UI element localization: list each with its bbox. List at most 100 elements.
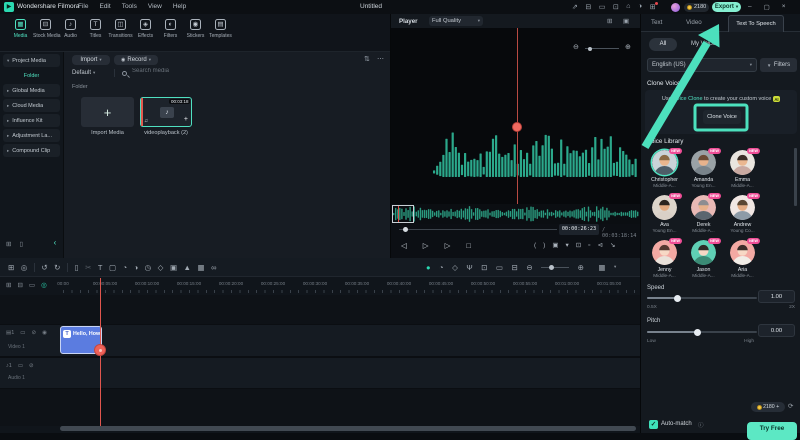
restore-button[interactable]: ▢ — [764, 3, 770, 11]
voiceover-record-icon[interactable]: ● — [426, 263, 431, 272]
device-icon[interactable]: ▭ — [496, 263, 503, 272]
stop-icon[interactable]: □ — [466, 241, 471, 250]
import-button[interactable]: Import ▾ — [72, 55, 110, 65]
eye-icon[interactable]: ◉ — [42, 330, 47, 336]
menu-help[interactable]: Help — [173, 3, 186, 10]
apps-icon[interactable]: ⊞ — [650, 1, 658, 11]
more-options-icon[interactable]: ⋯ — [377, 55, 384, 63]
filter-chip-all[interactable]: All — [649, 38, 677, 51]
delete-icon[interactable]: ▯ — [19, 240, 23, 248]
render-preview-icon[interactable]: ▦ — [197, 263, 204, 272]
screen-record-icon[interactable]: ⊡ — [481, 263, 487, 272]
tab-filters[interactable]: ◐ Filters — [158, 19, 183, 39]
link-icon[interactable]: ∞ — [211, 263, 216, 272]
home-icon[interactable]: ⌂ — [626, 3, 630, 11]
pitch-value[interactable]: 0.00 — [758, 324, 795, 337]
play-icon[interactable]: ▷ — [423, 241, 429, 250]
copy-icon[interactable]: ⊡ — [613, 3, 619, 11]
zoom-in-icon[interactable]: ⊕ — [625, 43, 631, 51]
tab-text[interactable]: Text — [651, 19, 662, 26]
search-input[interactable] — [132, 67, 252, 74]
speed-ramp-icon[interactable]: ◔ — [439, 263, 444, 272]
preview-viewport[interactable]: ⊖ ⊕ — [391, 28, 641, 210]
duration-icon[interactable]: ◷ — [145, 263, 152, 272]
export-button[interactable]: Export ▾ — [712, 2, 741, 12]
filters-button[interactable]: ▼ Filters — [760, 58, 797, 72]
snapshot-dropdown-icon[interactable]: ▾ — [566, 241, 569, 249]
refresh-icon[interactable]: ⟳ — [788, 402, 793, 410]
voice-ava[interactable]: NEW Ava Young En... — [645, 193, 684, 240]
voice-aria[interactable]: NEW Aria Middle-A... — [723, 238, 762, 285]
record-button[interactable]: ◉ Record ▾ — [114, 55, 158, 65]
add-to-timeline-icon[interactable]: + — [184, 116, 188, 123]
sidebar-item-project-media[interactable]: ▾ Project Media — [3, 54, 60, 67]
copy-attributes-icon[interactable]: ▣ — [170, 263, 177, 272]
folder-icon[interactable]: ▭ — [20, 330, 25, 336]
prev-frame-icon[interactable]: ◁ — [401, 241, 407, 250]
seek-slider[interactable] — [399, 229, 557, 230]
menu-view[interactable]: View — [148, 3, 162, 10]
marker-icon[interactable]: ◇ — [452, 263, 458, 272]
voice-jason[interactable]: NEW Jason Middle-A... — [684, 238, 723, 285]
timeline-scrollbar[interactable] — [60, 426, 636, 431]
timeline-zoom-in-icon[interactable]: ⊕ — [578, 263, 584, 272]
language-dropdown[interactable]: English (US) ▾ — [647, 58, 757, 72]
crop-icon[interactable]: ▢ — [109, 263, 116, 272]
chevron-down-icon[interactable]: ▾ — [614, 264, 616, 270]
sidebar-item-global-media[interactable]: ▸ Global Media — [3, 84, 60, 97]
split-icon[interactable]: ✂ — [85, 263, 91, 272]
marker-icon[interactable]: ▭ — [29, 281, 35, 289]
zoom-out-icon[interactable]: ⊖ — [573, 43, 579, 51]
text-tool-icon[interactable]: T — [98, 263, 103, 272]
voice-clone-link[interactable]: Voice Clone — [673, 96, 702, 102]
speed-slider-handle[interactable] — [674, 294, 681, 302]
layout-icon[interactable]: ⊟ — [585, 3, 591, 11]
voice-jenny[interactable]: NEW Jenny Middle-A... — [645, 238, 684, 285]
timeline-ruler[interactable]: ⊞ ⊟ ▭ ◎ 00:00 00:00:05:00 00:00:10:00 00:00:15… — [0, 277, 640, 295]
sidebar-item-folder[interactable]: Folder — [3, 69, 60, 82]
redo-icon[interactable]: ↻ — [54, 263, 60, 272]
voice-andrew[interactable]: NEW Andrew Young Co... — [723, 193, 762, 240]
speed-value[interactable]: 1.00 — [758, 290, 795, 303]
tab-transitions[interactable]: ◫ Transitions — [108, 19, 133, 39]
mixer-icon[interactable]: ⊟ — [17, 281, 22, 289]
add-track-icon[interactable]: ⊞ — [6, 281, 11, 289]
audio-scrub-strip[interactable] — [391, 204, 641, 224]
collapse-sidebar-button[interactable]: ‹ — [50, 239, 60, 248]
tab-text-to-speech[interactable]: Text To Speech — [728, 15, 784, 32]
pip-icon[interactable]: ▫ — [588, 242, 590, 249]
sidebar-item-compound-clip[interactable]: ▸ Compound Clip — [3, 144, 60, 157]
lock-icon[interactable]: ⊘ — [31, 330, 36, 336]
keyframe-icon[interactable]: ◇ — [158, 263, 164, 272]
tab-media[interactable]: ▦ Media — [8, 19, 33, 39]
avatar[interactable] — [671, 2, 680, 12]
device-icon[interactable]: ▭ — [599, 3, 606, 11]
timeline-zoom-slider[interactable] — [541, 264, 570, 270]
chroma-key-icon[interactable]: ▲ — [184, 263, 191, 272]
audio-track-icon[interactable]: ♪1 — [6, 363, 12, 369]
video-track-icon[interactable]: ▤1 — [6, 330, 14, 336]
mixer-icon[interactable]: ⊟ — [512, 263, 518, 272]
sidebar-item-adjustment-la[interactable]: ▸ Adjustment La... — [3, 129, 60, 142]
timeline-zoom-out-icon[interactable]: ⊖ — [526, 263, 532, 272]
new-folder-icon[interactable]: ⊞ — [6, 240, 11, 248]
timeline-zoom-handle[interactable] — [549, 264, 555, 270]
pitch-slider-handle[interactable] — [694, 328, 701, 336]
share-icon[interactable]: ⇗ — [572, 3, 578, 11]
track-manage-icon[interactable]: ▦ — [598, 263, 605, 272]
pitch-slider[interactable] — [647, 328, 757, 336]
tab-stock-media[interactable]: ⊟ Stock Media — [33, 19, 61, 39]
select-tool-icon[interactable]: ◎ — [21, 263, 28, 272]
sidebar-item-cloud-media[interactable]: ▸ Cloud Media — [3, 99, 60, 112]
voice-christopher[interactable]: NEW Christopher Middle-A... — [645, 148, 684, 195]
tab-stickers[interactable]: ◉ Stickers — [183, 19, 208, 39]
color-tool-icon[interactable]: ◑ — [134, 263, 139, 272]
menu-file[interactable]: File — [78, 3, 88, 10]
mark-out-icon[interactable]: ) — [543, 242, 545, 249]
close-button[interactable]: × — [782, 3, 786, 11]
coin-balance-small[interactable]: 2180 + — [751, 402, 785, 412]
theme-icon[interactable]: ◑ — [638, 3, 642, 11]
delete-icon[interactable]: ▯ — [74, 263, 78, 272]
mute-icon[interactable]: ⊲ — [598, 241, 603, 249]
tab-templates[interactable]: ▤ Templates — [208, 19, 233, 39]
